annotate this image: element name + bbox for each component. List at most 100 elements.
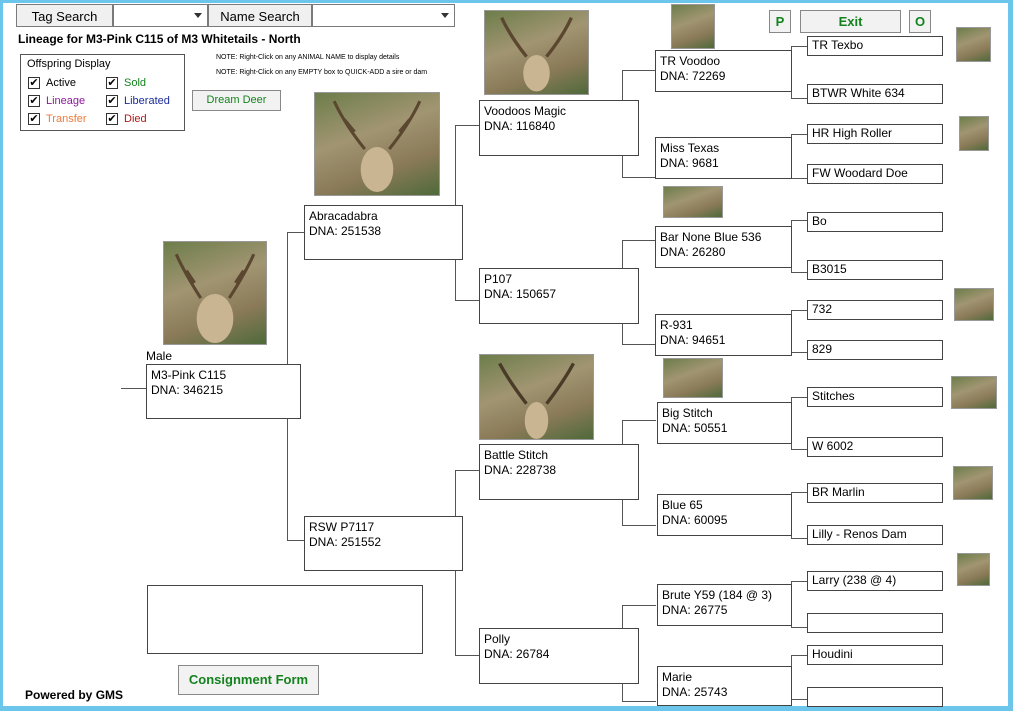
tag-search-dropdown[interactable]: [113, 4, 208, 27]
grandparent-name[interactable]: Voodoos Magic: [484, 104, 634, 119]
gen4-box[interactable]: BR Marlin: [807, 483, 943, 503]
great-grandparent-box[interactable]: Brute Y59 (184 @ 3) DNA: 26775: [657, 584, 792, 626]
transfer-checkbox[interactable]: ✔: [28, 113, 40, 125]
gen4-box[interactable]: 732: [807, 300, 943, 320]
gen4-empty-box[interactable]: [807, 687, 943, 707]
died-label: Died: [124, 113, 147, 125]
connector: [455, 470, 456, 516]
connector: [622, 497, 623, 525]
deer-photo: [663, 358, 723, 398]
connector: [622, 177, 656, 178]
grandparent-name[interactable]: Battle Stitch: [484, 448, 634, 463]
great-grandparent-name[interactable]: Bar None Blue 536: [660, 230, 787, 245]
gen4-box[interactable]: Houdini: [807, 645, 943, 665]
tag-search-label: Tag Search: [16, 4, 113, 27]
sire-box[interactable]: Abracadabra DNA: 251538: [304, 205, 463, 260]
gen4-box[interactable]: TR Texbo: [807, 36, 943, 56]
name-search-dropdown[interactable]: [312, 4, 455, 27]
connector: [791, 538, 807, 539]
connector: [622, 525, 656, 526]
gen4-box[interactable]: 829: [807, 340, 943, 360]
connector: [622, 420, 656, 421]
connector: [121, 388, 147, 389]
great-grandparent-box[interactable]: Miss Texas DNA: 9681: [655, 137, 792, 179]
gen4-box[interactable]: Larry (238 @ 4): [807, 571, 943, 591]
great-grandparent-box[interactable]: Bar None Blue 536 DNA: 26280: [655, 226, 792, 268]
great-grandparent-box[interactable]: Marie DNA: 25743: [657, 666, 792, 706]
o-button[interactable]: O: [909, 10, 931, 33]
p-button[interactable]: P: [769, 10, 791, 33]
offspring-display-legend: Offspring Display ✔ Active ✔ Lineage ✔ T…: [20, 54, 185, 131]
gen4-box[interactable]: Stitches: [807, 387, 943, 407]
great-grandparent-box[interactable]: TR Voodoo DNA: 72269: [655, 50, 792, 92]
connector: [455, 300, 480, 301]
connector: [791, 46, 807, 47]
consignment-form-button[interactable]: Consignment Form: [178, 665, 319, 695]
dam-box[interactable]: RSW P7117 DNA: 251552: [304, 516, 463, 571]
connector: [622, 683, 623, 701]
great-grandparent-name[interactable]: Miss Texas: [660, 141, 787, 156]
great-grandparent-name[interactable]: Blue 65: [662, 498, 787, 513]
sold-label: Sold: [124, 77, 147, 89]
active-label: Active: [46, 77, 76, 89]
gen4-box[interactable]: Bo: [807, 212, 943, 232]
deer-photo: [663, 186, 723, 218]
great-grandparent-box[interactable]: Big Stitch DNA: 50551: [657, 402, 792, 444]
dream-deer-button[interactable]: Dream Deer: [192, 90, 281, 111]
gen4-box[interactable]: HR High Roller: [807, 124, 943, 144]
deer-icon: [174, 253, 256, 343]
great-grandparent-dna: DNA: 94651: [660, 333, 726, 347]
sold-checkbox[interactable]: ✔: [106, 77, 118, 89]
grandparent-box[interactable]: P107 DNA: 150657: [479, 268, 639, 324]
died-checkbox[interactable]: ✔: [106, 113, 118, 125]
chevron-down-icon: [194, 13, 202, 18]
exit-button[interactable]: Exit: [800, 10, 901, 33]
active-checkbox[interactable]: ✔: [28, 77, 40, 89]
notes-box[interactable]: [147, 585, 423, 654]
great-grandparent-box[interactable]: Blue 65 DNA: 60095: [657, 494, 792, 536]
deer-photo: [959, 116, 989, 151]
deer-photo: [479, 354, 594, 440]
gen4-box[interactable]: Lilly - Renos Dam: [807, 525, 943, 545]
connector: [622, 605, 623, 630]
connector: [287, 232, 304, 233]
great-grandparent-box[interactable]: R-931 DNA: 94651: [655, 314, 792, 356]
dam-name[interactable]: RSW P7117: [309, 520, 458, 535]
great-grandparent-name[interactable]: R-931: [660, 318, 787, 333]
powered-by-footer: Powered by GMS: [25, 688, 124, 702]
liberated-label: Liberated: [124, 95, 170, 107]
grandparent-box[interactable]: Polly DNA: 26784: [479, 628, 639, 684]
connector: [791, 310, 807, 311]
gen4-box[interactable]: B3015: [807, 260, 943, 280]
connector: [791, 492, 807, 493]
subject-box[interactable]: M3-Pink C115 DNA: 346215: [146, 364, 301, 419]
lineage-label: Lineage: [46, 95, 86, 107]
great-grandparent-name[interactable]: Brute Y59 (184 @ 3): [662, 588, 787, 603]
gen4-box[interactable]: BTWR White 634: [807, 84, 943, 104]
liberated-checkbox[interactable]: ✔: [106, 95, 118, 107]
great-grandparent-dna: DNA: 26280: [660, 245, 726, 259]
sire-name[interactable]: Abracadabra: [309, 209, 458, 224]
note-right-click-name: NOTE: Right-Click on any ANIMAL NAME to …: [216, 54, 400, 61]
gen4-empty-box[interactable]: [807, 613, 943, 633]
great-grandparent-name[interactable]: Marie: [662, 670, 787, 685]
grandparent-box[interactable]: Battle Stitch DNA: 228738: [479, 444, 639, 500]
connector: [622, 240, 623, 268]
connector: [287, 232, 288, 366]
great-grandparent-dna: DNA: 26775: [662, 603, 728, 617]
great-grandparent-dna: DNA: 25743: [662, 685, 728, 699]
connector: [791, 178, 807, 179]
name-search-label: Name Search: [208, 4, 312, 27]
lineage-checkbox[interactable]: ✔: [28, 95, 40, 107]
subject-name[interactable]: M3-Pink C115: [151, 368, 296, 383]
deer-photo: [314, 92, 440, 196]
gen4-box[interactable]: W 6002: [807, 437, 943, 457]
deer-icon: [332, 100, 422, 192]
grandparent-name[interactable]: P107: [484, 272, 634, 287]
grandparent-box[interactable]: Voodoos Magic DNA: 116840: [479, 100, 639, 156]
gen4-box[interactable]: FW Woodard Doe: [807, 164, 943, 184]
connector: [791, 98, 807, 99]
great-grandparent-name[interactable]: TR Voodoo: [660, 54, 787, 69]
grandparent-name[interactable]: Polly: [484, 632, 634, 647]
great-grandparent-name[interactable]: Big Stitch: [662, 406, 787, 421]
